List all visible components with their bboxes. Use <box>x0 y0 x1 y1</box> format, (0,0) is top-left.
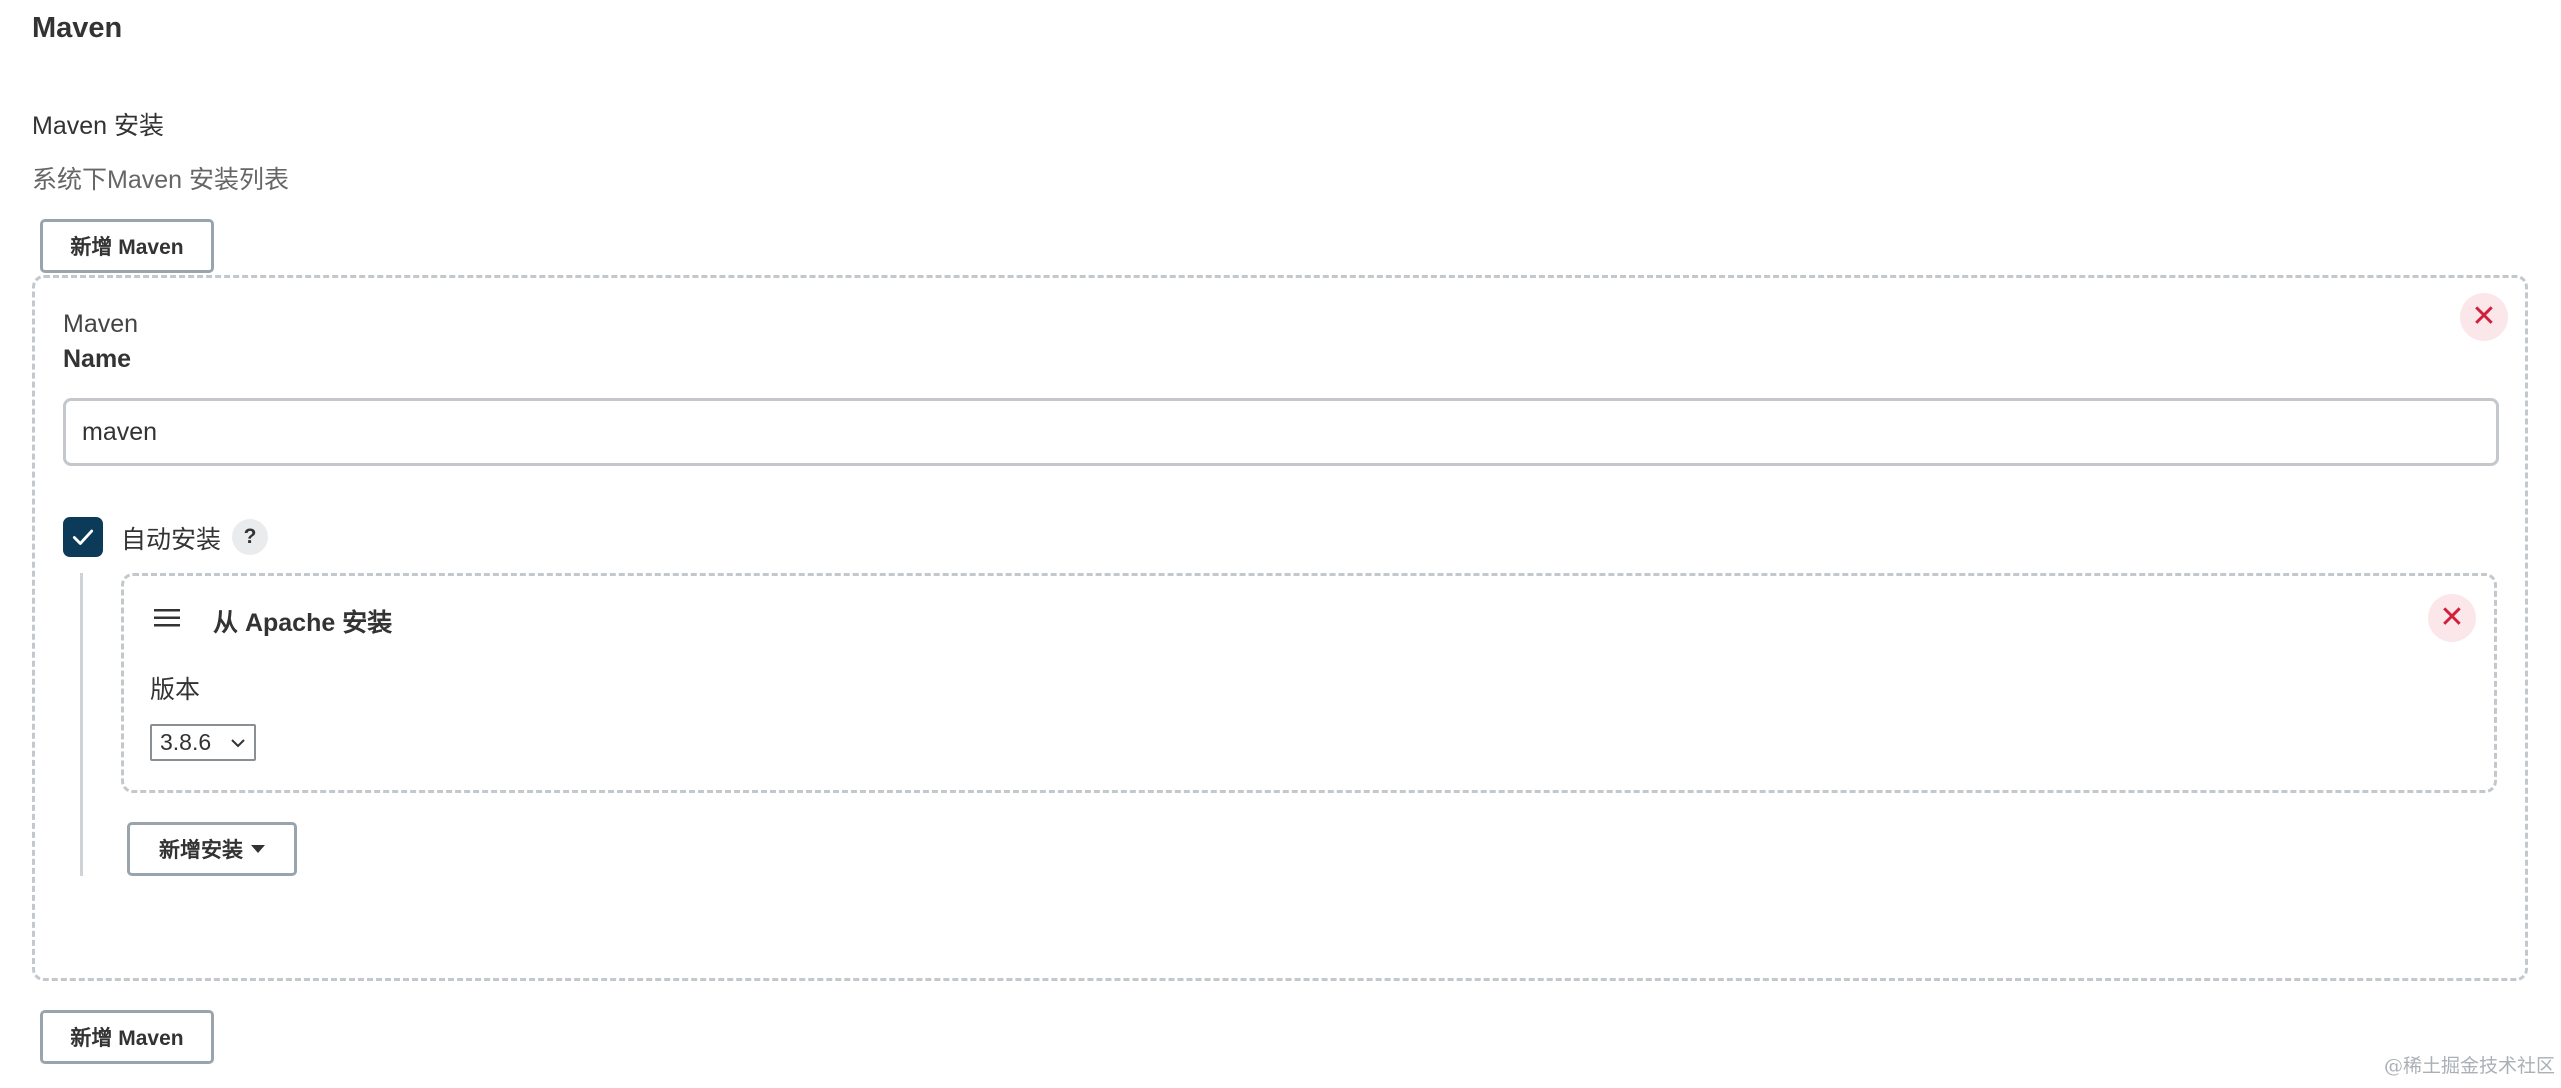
close-icon[interactable]: ✕ <box>2460 293 2508 341</box>
add-maven-button-bottom[interactable]: 新增 Maven <box>40 1010 214 1064</box>
maven-install-label: Maven 安装 <box>32 112 164 140</box>
chevron-down-icon <box>231 738 245 747</box>
close-icon[interactable]: ✕ <box>2428 594 2476 642</box>
help-icon[interactable]: ? <box>232 519 268 555</box>
maven-install-description: 系统下Maven 安装列表 <box>32 166 289 194</box>
installer-title: 从 Apache 安装 <box>213 609 393 637</box>
add-installer-label: 新增安装 <box>159 839 243 862</box>
version-select-value: 3.8.6 <box>160 729 212 755</box>
nested-divider <box>80 573 83 876</box>
installer-card <box>121 573 2497 793</box>
version-select[interactable]: 3.8.6 <box>150 724 256 761</box>
installation-caption: Maven <box>63 310 139 338</box>
add-installer-button[interactable]: 新增安装 <box>127 822 297 876</box>
name-label: Name <box>63 345 132 373</box>
drag-handle-icon[interactable] <box>152 606 182 630</box>
add-maven-button-top[interactable]: 新增 Maven <box>40 219 214 273</box>
section-title: Maven <box>32 12 123 44</box>
check-icon <box>72 529 94 545</box>
version-label: 版本 <box>150 676 201 704</box>
caret-down-icon <box>251 845 265 853</box>
auto-install-checkbox[interactable] <box>63 517 103 557</box>
auto-install-label: 自动安装 <box>121 526 222 554</box>
maven-config-page: Maven Maven 安装 系统下Maven 安装列表 新增 Maven ✕ … <box>0 0 2561 1088</box>
watermark: @稀土掘金技术社区 <box>2383 1055 2555 1077</box>
name-input[interactable] <box>63 398 2499 466</box>
